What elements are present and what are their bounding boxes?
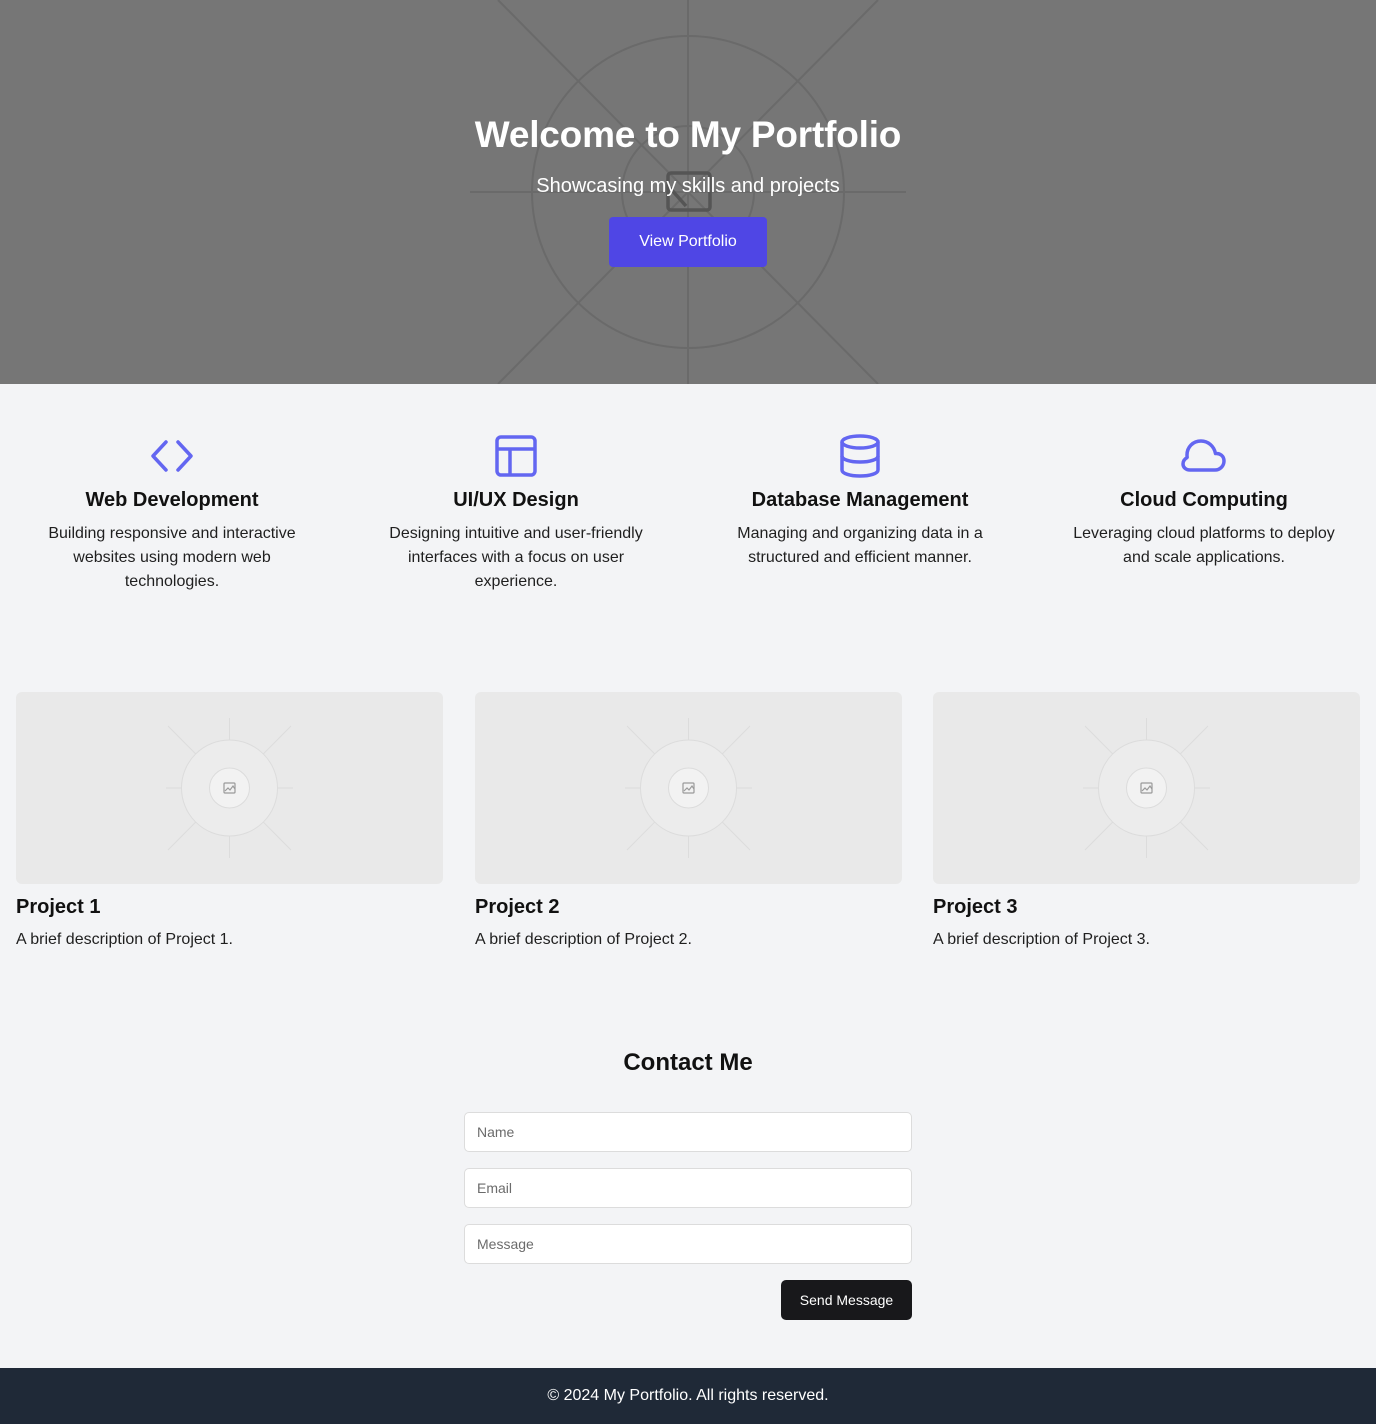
feature-title: Web Development (85, 489, 259, 511)
feature-web-development: Web Development Building responsive and … (22, 433, 322, 594)
project-title: Project 1 (16, 896, 101, 918)
project-title: Project 3 (933, 896, 1018, 918)
feature-description: Leveraging cloud platforms to deploy and… (1073, 525, 1335, 566)
feature-title: UI/UX Design (453, 489, 579, 511)
project-card-3[interactable]: Project 3 A brief description of Project… (933, 692, 1360, 949)
contact-title: Contact Me (623, 1049, 753, 1076)
hero-title: Welcome to My Portfolio (474, 114, 902, 155)
feature-description: Managing and organizing data in a struct… (737, 525, 983, 566)
feature-cloud-computing: Cloud Computing Leveraging cloud platfor… (1054, 433, 1354, 570)
hero-subtitle: Showcasing my skills and projects (536, 175, 840, 197)
image-placeholder-icon (166, 718, 293, 858)
feature-uiux-design: UI/UX Design Designing intuitive and use… (366, 433, 666, 594)
layout-icon (495, 435, 537, 477)
project-card-1[interactable]: Project 1 A brief description of Project… (16, 692, 443, 949)
message-field[interactable] (464, 1224, 912, 1264)
footer-copyright: © 2024 My Portfolio. All rights reserved… (547, 1387, 829, 1404)
feature-description: Building responsive and interactive webs… (48, 525, 296, 590)
project-thumbnail[interactable] (475, 692, 902, 884)
project-description: A brief description of Project 1. (16, 931, 233, 948)
database-icon (840, 434, 880, 478)
send-message-button[interactable]: Send Message (781, 1280, 912, 1320)
hero-section: Welcome to My Portfolio Showcasing my sk… (0, 0, 1376, 384)
project-thumbnail[interactable] (16, 692, 443, 884)
project-title: Project 2 (475, 896, 560, 918)
feature-title: Database Management (751, 489, 969, 511)
image-placeholder-icon (625, 718, 752, 858)
name-field[interactable] (464, 1112, 912, 1152)
feature-description: Designing intuitive and user-friendly in… (389, 525, 643, 590)
email-field[interactable] (464, 1168, 912, 1208)
feature-title: Cloud Computing (1120, 489, 1288, 511)
code-icon (151, 440, 193, 472)
project-card-2[interactable]: Project 2 A brief description of Project… (475, 692, 902, 949)
feature-database-management: Database Management Managing and organiz… (710, 433, 1010, 570)
cloud-icon (1181, 439, 1226, 472)
project-description: A brief description of Project 2. (475, 931, 692, 948)
project-description: A brief description of Project 3. (933, 931, 1150, 948)
image-placeholder-icon (1083, 718, 1210, 858)
view-portfolio-button[interactable]: View Portfolio (609, 217, 767, 267)
footer: © 2024 My Portfolio. All rights reserved… (0, 1368, 1376, 1424)
project-thumbnail[interactable] (933, 692, 1360, 884)
